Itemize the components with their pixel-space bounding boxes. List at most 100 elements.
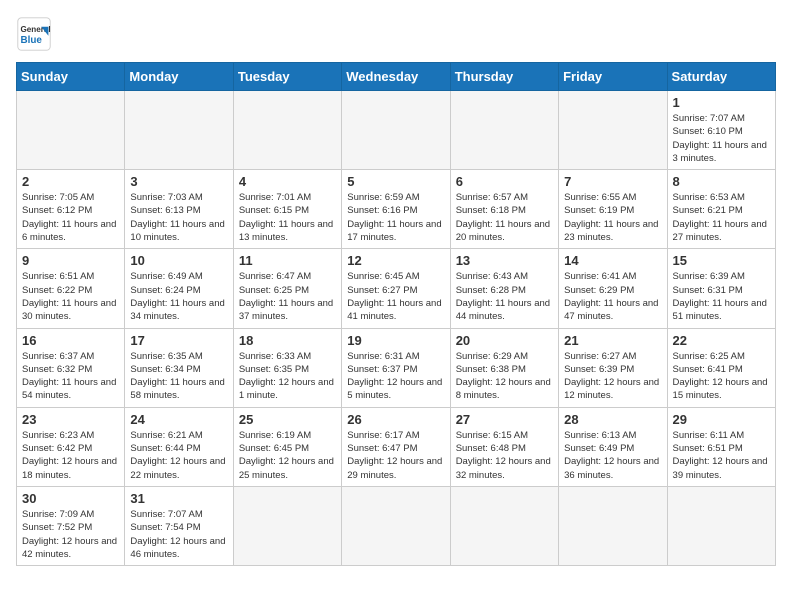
- day-number: 8: [673, 174, 770, 189]
- calendar-day-6: 6 Sunrise: 6:57 AM Sunset: 6:18 PM Daylig…: [450, 170, 558, 249]
- calendar-day-24: 24Sunrise: 6:21 AM Sunset: 6:44 PM Dayli…: [125, 407, 233, 486]
- calendar-week-row: 30 Sunrise: 7:09 AM Sunset: 7:52 PM Dayli…: [17, 486, 776, 565]
- calendar-empty-cell: [17, 91, 125, 170]
- day-number: 5: [347, 174, 444, 189]
- calendar-day-12: 12 Sunrise: 6:45 AM Sunset: 6:27 PM Dayli…: [342, 249, 450, 328]
- calendar-day-18: 18 Sunrise: 6:33 AM Sunset: 6:35 PM Dayli…: [233, 328, 341, 407]
- day-number: 21: [564, 333, 661, 348]
- calendar-day-29: 29Sunrise: 6:11 AM Sunset: 6:51 PM Dayli…: [667, 407, 775, 486]
- calendar-empty-cell: [125, 91, 233, 170]
- logo-icon: General Blue: [16, 16, 52, 52]
- day-number: 17: [130, 333, 227, 348]
- calendar-day-13: 13Sunrise: 6:43 AM Sunset: 6:28 PM Dayli…: [450, 249, 558, 328]
- day-info: Sunrise: 6:55 AM Sunset: 6:19 PM Dayligh…: [564, 191, 661, 244]
- day-number: 29: [673, 412, 770, 427]
- day-info: Sunrise: 6:31 AM Sunset: 6:37 PM Dayligh…: [347, 350, 444, 403]
- day-info: Sunrise: 6:59 AM Sunset: 6:16 PM Dayligh…: [347, 191, 444, 244]
- calendar-day-14: 14Sunrise: 6:41 AM Sunset: 6:29 PM Dayli…: [559, 249, 667, 328]
- calendar-day-19: 19 Sunrise: 6:31 AM Sunset: 6:37 PM Dayli…: [342, 328, 450, 407]
- weekday-header-friday: Friday: [559, 63, 667, 91]
- calendar-day-23: 23Sunrise: 6:23 AM Sunset: 6:42 PM Dayli…: [17, 407, 125, 486]
- day-number: 4: [239, 174, 336, 189]
- calendar-empty-cell: [450, 91, 558, 170]
- calendar-day-22: 22Sunrise: 6:25 AM Sunset: 6:41 PM Dayli…: [667, 328, 775, 407]
- day-info: Sunrise: 6:15 AM Sunset: 6:48 PM Dayligh…: [456, 429, 553, 482]
- day-info: Sunrise: 6:35 AM Sunset: 6:34 PM Dayligh…: [130, 350, 227, 403]
- day-info: Sunrise: 6:17 AM Sunset: 6:47 PM Dayligh…: [347, 429, 444, 482]
- calendar-week-row: 9 Sunrise: 6:51 AM Sunset: 6:22 PM Daylig…: [17, 249, 776, 328]
- calendar-week-row: 1 Sunrise: 7:07 AM Sunset: 6:10 PM Daylig…: [17, 91, 776, 170]
- day-number: 16: [22, 333, 119, 348]
- weekday-header-saturday: Saturday: [667, 63, 775, 91]
- day-info: Sunrise: 6:49 AM Sunset: 6:24 PM Dayligh…: [130, 270, 227, 323]
- day-info: Sunrise: 7:05 AM Sunset: 6:12 PM Dayligh…: [22, 191, 119, 244]
- day-info: Sunrise: 6:13 AM Sunset: 6:49 PM Dayligh…: [564, 429, 661, 482]
- calendar-day-28: 28 Sunrise: 6:13 AM Sunset: 6:49 PM Dayli…: [559, 407, 667, 486]
- day-number: 3: [130, 174, 227, 189]
- day-info: Sunrise: 6:21 AM Sunset: 6:44 PM Dayligh…: [130, 429, 227, 482]
- calendar-empty-cell: [667, 486, 775, 565]
- day-number: 9: [22, 253, 119, 268]
- calendar-day-10: 10 Sunrise: 6:49 AM Sunset: 6:24 PM Dayli…: [125, 249, 233, 328]
- day-number: 6: [456, 174, 553, 189]
- day-number: 28: [564, 412, 661, 427]
- calendar-day-5: 5 Sunrise: 6:59 AM Sunset: 6:16 PM Daylig…: [342, 170, 450, 249]
- calendar-week-row: 23Sunrise: 6:23 AM Sunset: 6:42 PM Dayli…: [17, 407, 776, 486]
- weekday-header-wednesday: Wednesday: [342, 63, 450, 91]
- calendar-day-9: 9 Sunrise: 6:51 AM Sunset: 6:22 PM Daylig…: [17, 249, 125, 328]
- calendar-empty-cell: [559, 91, 667, 170]
- calendar-day-17: 17 Sunrise: 6:35 AM Sunset: 6:34 PM Dayli…: [125, 328, 233, 407]
- day-number: 26: [347, 412, 444, 427]
- day-info: Sunrise: 7:07 AM Sunset: 6:10 PM Dayligh…: [673, 112, 770, 165]
- day-number: 7: [564, 174, 661, 189]
- day-number: 30: [22, 491, 119, 506]
- calendar-day-8: 8 Sunrise: 6:53 AM Sunset: 6:21 PM Daylig…: [667, 170, 775, 249]
- day-info: Sunrise: 6:23 AM Sunset: 6:42 PM Dayligh…: [22, 429, 119, 482]
- day-number: 10: [130, 253, 227, 268]
- calendar-day-25: 25Sunrise: 6:19 AM Sunset: 6:45 PM Dayli…: [233, 407, 341, 486]
- day-number: 22: [673, 333, 770, 348]
- day-info: Sunrise: 6:53 AM Sunset: 6:21 PM Dayligh…: [673, 191, 770, 244]
- day-info: Sunrise: 7:03 AM Sunset: 6:13 PM Dayligh…: [130, 191, 227, 244]
- day-number: 20: [456, 333, 553, 348]
- calendar-day-27: 27 Sunrise: 6:15 AM Sunset: 6:48 PM Dayli…: [450, 407, 558, 486]
- day-number: 1: [673, 95, 770, 110]
- day-info: Sunrise: 6:41 AM Sunset: 6:29 PM Dayligh…: [564, 270, 661, 323]
- calendar-day-15: 15 Sunrise: 6:39 AM Sunset: 6:31 PM Dayli…: [667, 249, 775, 328]
- calendar-day-4: 4 Sunrise: 7:01 AM Sunset: 6:15 PM Daylig…: [233, 170, 341, 249]
- calendar-day-20: 20 Sunrise: 6:29 AM Sunset: 6:38 PM Dayli…: [450, 328, 558, 407]
- calendar-empty-cell: [233, 91, 341, 170]
- calendar-week-row: 2Sunrise: 7:05 AM Sunset: 6:12 PM Daylig…: [17, 170, 776, 249]
- day-info: Sunrise: 6:27 AM Sunset: 6:39 PM Dayligh…: [564, 350, 661, 403]
- calendar-day-30: 30 Sunrise: 7:09 AM Sunset: 7:52 PM Dayli…: [17, 486, 125, 565]
- day-info: Sunrise: 7:09 AM Sunset: 7:52 PM Dayligh…: [22, 508, 119, 561]
- day-number: 13: [456, 253, 553, 268]
- day-number: 15: [673, 253, 770, 268]
- day-info: Sunrise: 6:33 AM Sunset: 6:35 PM Dayligh…: [239, 350, 336, 403]
- day-info: Sunrise: 6:45 AM Sunset: 6:27 PM Dayligh…: [347, 270, 444, 323]
- day-number: 11: [239, 253, 336, 268]
- day-info: Sunrise: 6:57 AM Sunset: 6:18 PM Dayligh…: [456, 191, 553, 244]
- calendar-empty-cell: [342, 486, 450, 565]
- day-number: 25: [239, 412, 336, 427]
- calendar-empty-cell: [233, 486, 341, 565]
- weekday-header-monday: Monday: [125, 63, 233, 91]
- weekday-header-tuesday: Tuesday: [233, 63, 341, 91]
- day-info: Sunrise: 6:29 AM Sunset: 6:38 PM Dayligh…: [456, 350, 553, 403]
- calendar-day-26: 26 Sunrise: 6:17 AM Sunset: 6:47 PM Dayli…: [342, 407, 450, 486]
- day-number: 19: [347, 333, 444, 348]
- weekday-header-row: SundayMondayTuesdayWednesdayThursdayFrid…: [17, 63, 776, 91]
- calendar-empty-cell: [342, 91, 450, 170]
- day-info: Sunrise: 6:37 AM Sunset: 6:32 PM Dayligh…: [22, 350, 119, 403]
- day-number: 12: [347, 253, 444, 268]
- weekday-header-sunday: Sunday: [17, 63, 125, 91]
- calendar-day-21: 21 Sunrise: 6:27 AM Sunset: 6:39 PM Dayli…: [559, 328, 667, 407]
- day-number: 27: [456, 412, 553, 427]
- page-header: General Blue: [16, 16, 776, 52]
- calendar-empty-cell: [559, 486, 667, 565]
- calendar-day-1: 1 Sunrise: 7:07 AM Sunset: 6:10 PM Daylig…: [667, 91, 775, 170]
- day-info: Sunrise: 7:01 AM Sunset: 6:15 PM Dayligh…: [239, 191, 336, 244]
- day-info: Sunrise: 6:51 AM Sunset: 6:22 PM Dayligh…: [22, 270, 119, 323]
- day-number: 18: [239, 333, 336, 348]
- day-info: Sunrise: 6:39 AM Sunset: 6:31 PM Dayligh…: [673, 270, 770, 323]
